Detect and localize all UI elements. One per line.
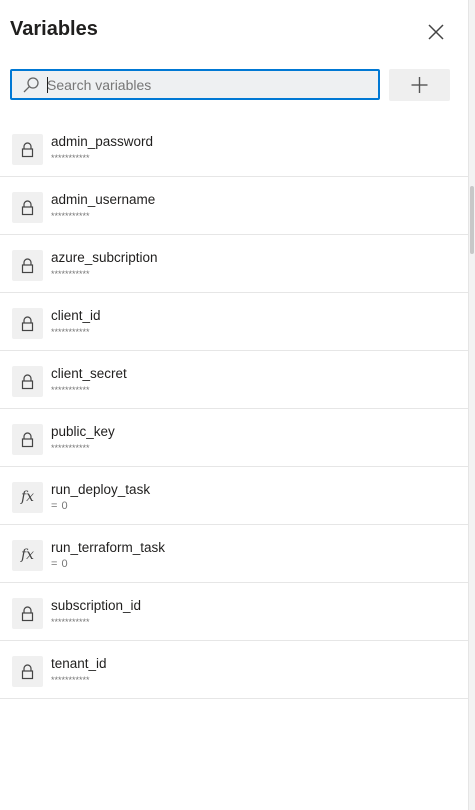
variable-name: tenant_id xyxy=(51,656,107,671)
search-icon xyxy=(22,76,40,94)
variable-name: public_key xyxy=(51,424,115,439)
fx-icon: fx xyxy=(12,482,43,513)
fx-icon: fx xyxy=(12,540,43,571)
variable-row[interactable]: azure_subcription *********** xyxy=(0,235,468,293)
lock-icon xyxy=(12,308,43,339)
search-input[interactable] xyxy=(47,71,367,98)
variable-value: *********** xyxy=(51,617,90,627)
search-box[interactable] xyxy=(10,69,380,100)
variable-name: admin_username xyxy=(51,192,156,207)
variable-row[interactable]: admin_password *********** xyxy=(0,119,468,177)
lock-icon xyxy=(12,366,43,397)
variable-value: = 0 xyxy=(51,500,69,512)
variable-value: *********** xyxy=(51,269,90,279)
variables-list: admin_password *********** admin_username *… xyxy=(0,119,468,699)
lock-icon xyxy=(12,656,43,687)
panel-title: Variables xyxy=(10,18,98,40)
variable-name: run_terraform_task xyxy=(51,540,166,555)
scrollbar-thumb[interactable] xyxy=(470,186,474,254)
variable-name: admin_password xyxy=(51,134,154,149)
plus-icon xyxy=(411,77,428,93)
variable-value: *********** xyxy=(51,211,90,221)
add-variable-button[interactable] xyxy=(389,69,450,101)
variable-value: *********** xyxy=(51,385,90,395)
scrollbar[interactable] xyxy=(468,0,475,810)
variable-name: azure_subcription xyxy=(51,250,158,265)
variables-panel: Variables admin_password***********admin… xyxy=(0,0,468,810)
variable-name: client_secret xyxy=(51,366,127,381)
lock-icon xyxy=(12,192,43,223)
variable-row[interactable]: tenant_id *********** xyxy=(0,641,468,699)
variable-value: *********** xyxy=(51,327,90,337)
close-icon[interactable] xyxy=(424,20,448,44)
variable-row[interactable]: subscription_id *********** xyxy=(0,583,468,641)
lock-icon xyxy=(12,250,43,281)
variable-row[interactable]: client_secret *********** xyxy=(0,351,468,409)
variable-row[interactable]: client_id *********** xyxy=(0,293,468,351)
variable-row[interactable]: fx run_terraform_task = 0 xyxy=(0,525,468,583)
variable-value: *********** xyxy=(51,153,90,163)
variable-value: *********** xyxy=(51,443,90,453)
variable-name: subscription_id xyxy=(51,598,142,613)
variable-name: client_id xyxy=(51,308,101,323)
variable-row[interactable]: fx run_deploy_task = 0 xyxy=(0,467,468,525)
variable-row[interactable]: admin_username *********** xyxy=(0,177,468,235)
lock-icon xyxy=(12,424,43,455)
variable-row[interactable]: public_key *********** xyxy=(0,409,468,467)
lock-icon xyxy=(12,134,43,165)
text-cursor xyxy=(47,77,48,93)
variable-value: *********** xyxy=(51,675,90,685)
variable-value: = 0 xyxy=(51,558,69,570)
lock-icon xyxy=(12,598,43,629)
variable-name: run_deploy_task xyxy=(51,482,151,497)
